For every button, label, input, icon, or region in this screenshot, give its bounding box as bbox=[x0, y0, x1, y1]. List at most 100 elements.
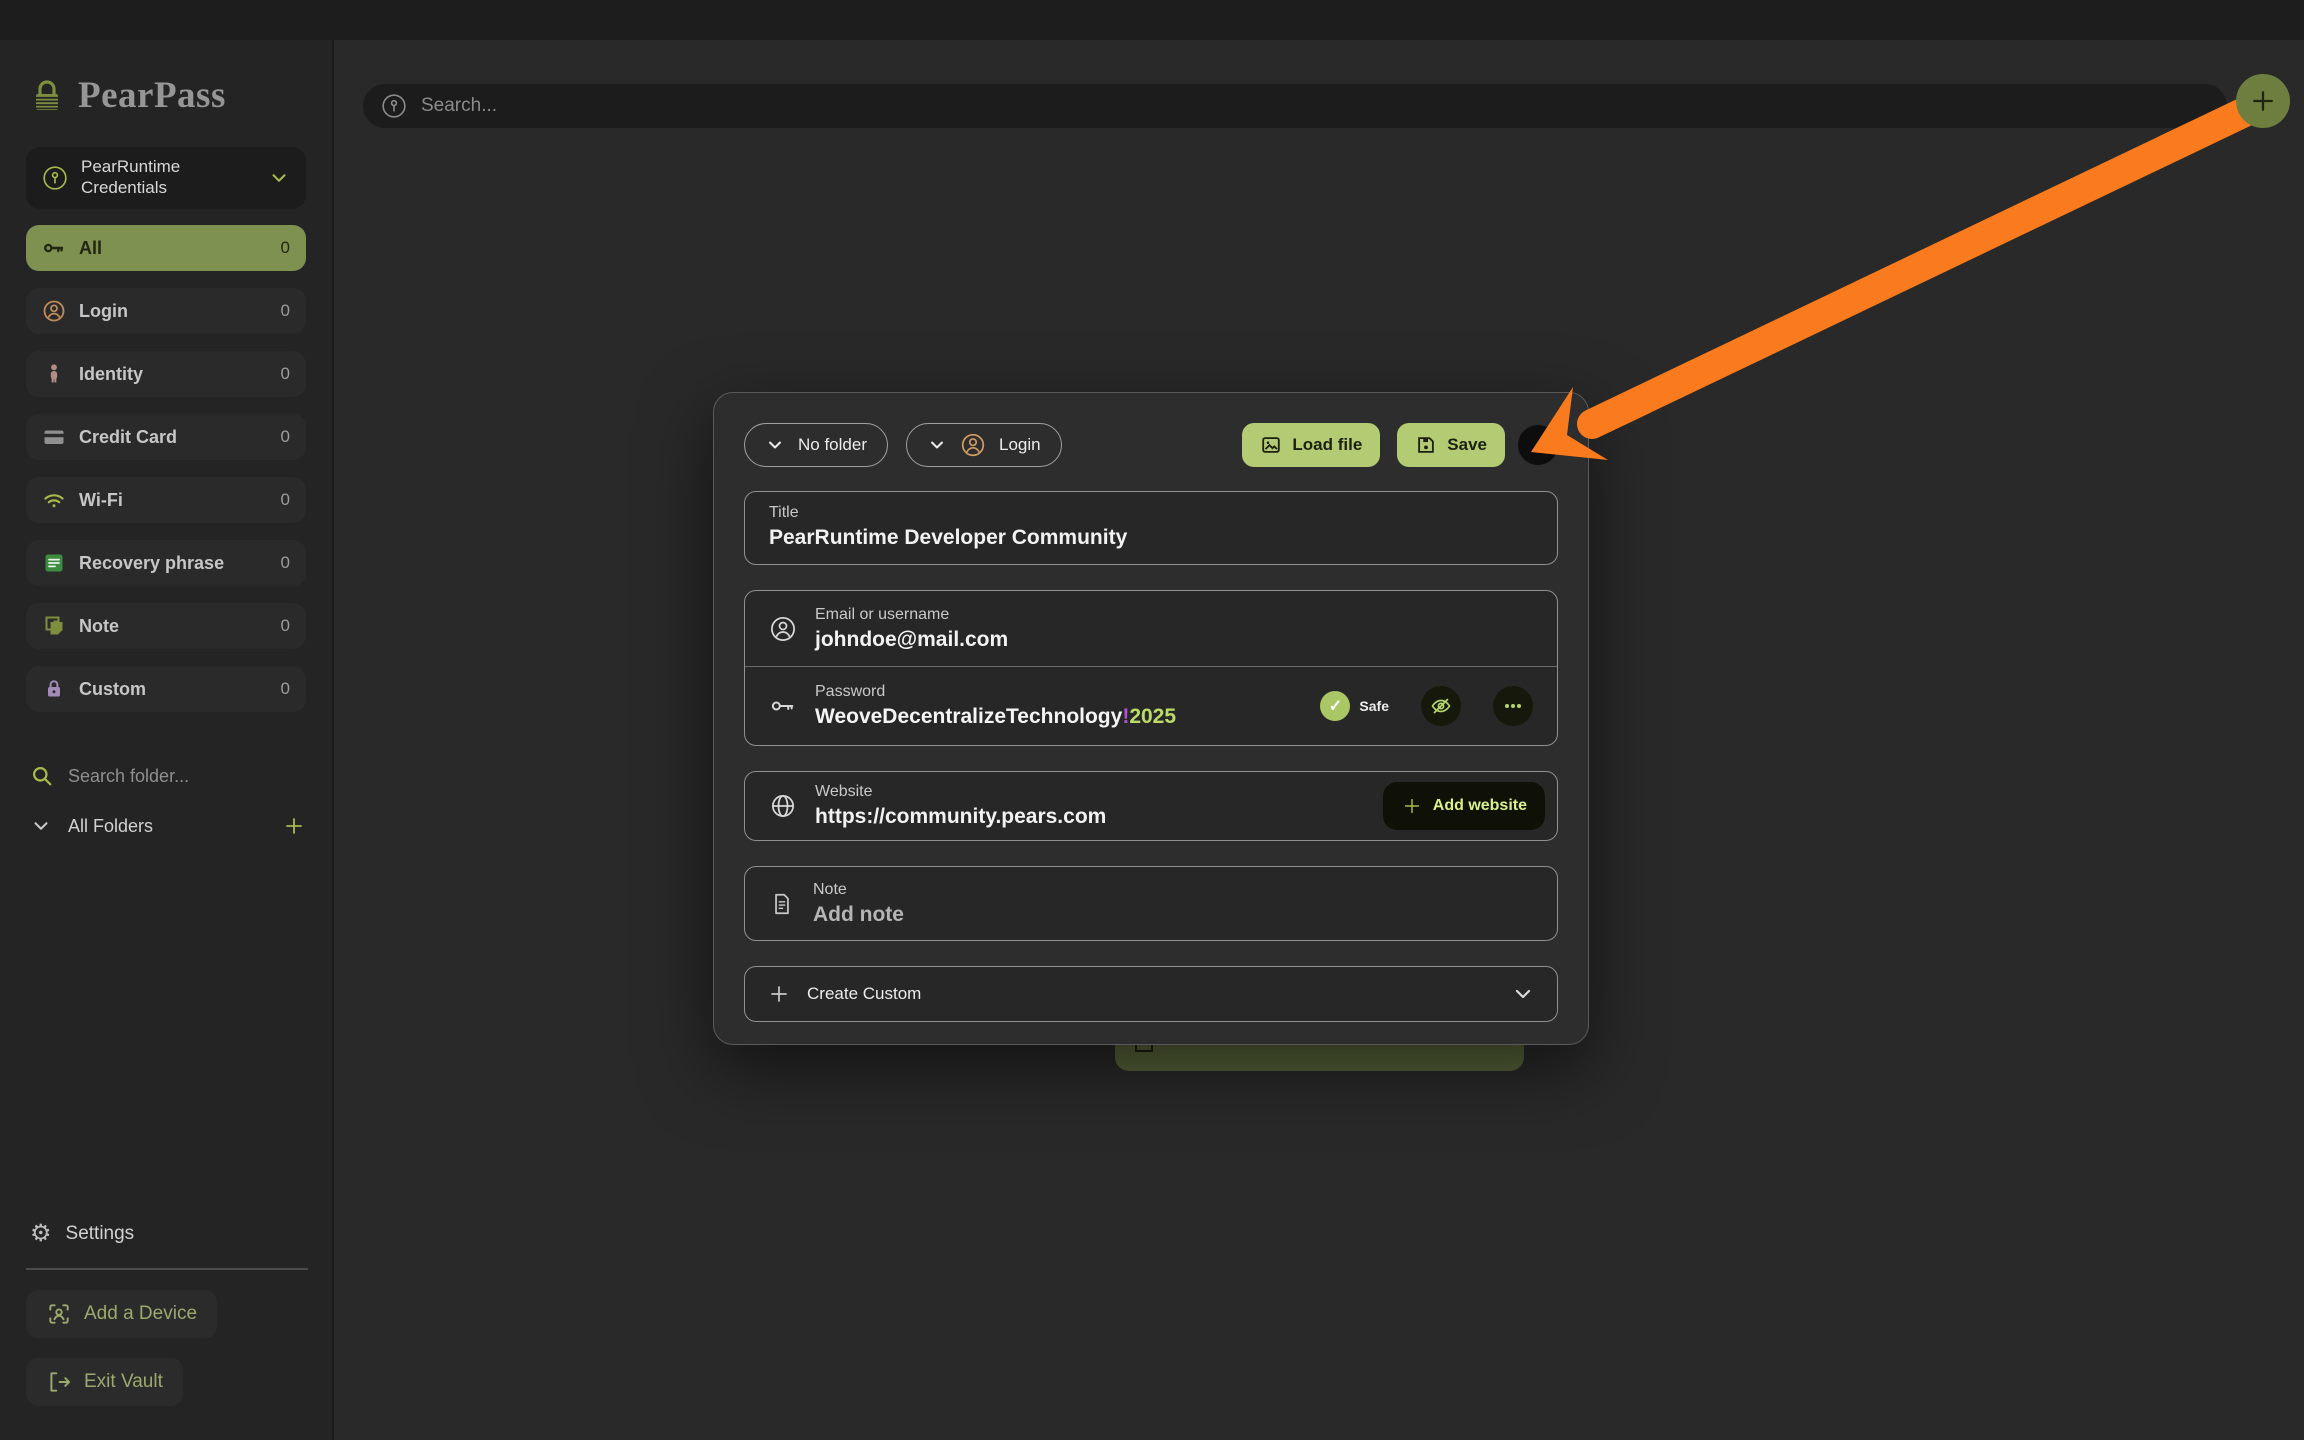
sidebar-item-count: 0 bbox=[281, 301, 290, 321]
password-field-label: Password bbox=[815, 683, 1302, 701]
sidebar-item-login[interactable]: Login 0 bbox=[26, 288, 306, 334]
modal-header: No folder Login bbox=[744, 423, 1558, 467]
sidebar-item-identity[interactable]: Identity 0 bbox=[26, 351, 306, 397]
chevron-down-icon bbox=[268, 167, 290, 189]
load-file-label: Load file bbox=[1292, 435, 1362, 455]
check-icon: ✓ bbox=[1320, 691, 1350, 721]
folder-dropdown-label: No folder bbox=[798, 435, 867, 455]
email-field-value: johndoe@mail.com bbox=[815, 628, 1533, 652]
person-circle-icon bbox=[42, 299, 66, 323]
person-silhouette-icon bbox=[42, 362, 66, 386]
sidebar-item-label: Wi-Fi bbox=[79, 490, 268, 511]
sidebar-item-credit-card[interactable]: Credit Card 0 bbox=[26, 414, 306, 460]
new-credential-modal: No folder Login bbox=[713, 392, 1589, 1045]
wifi-icon bbox=[42, 488, 66, 512]
sticky-note-icon bbox=[42, 614, 66, 638]
settings-button[interactable]: ⚙ Settings bbox=[0, 1222, 334, 1246]
title-field-label: Title bbox=[769, 504, 1533, 522]
app-logo-text: PearPass bbox=[78, 74, 226, 117]
sidebar-item-label: Login bbox=[79, 301, 268, 322]
password-strength-indicator: ✓ Safe bbox=[1320, 691, 1389, 721]
title-field-value: PearRuntime Developer Community bbox=[769, 526, 1533, 550]
password-field[interactable]: Password WeoveDecentralizeTechnology!202… bbox=[745, 666, 1557, 745]
sidebar-divider bbox=[26, 1268, 308, 1270]
sidebar-item-count: 0 bbox=[281, 679, 290, 699]
folder-search[interactable]: Search folder... bbox=[30, 764, 306, 788]
settings-label: Settings bbox=[66, 1223, 135, 1245]
title-field[interactable]: Title PearRuntime Developer Community bbox=[744, 491, 1558, 565]
sidebar-item-count: 0 bbox=[281, 490, 290, 510]
sidebar-item-count: 0 bbox=[281, 364, 290, 384]
hide-password-button[interactable] bbox=[1421, 686, 1461, 726]
circled-key-icon bbox=[381, 93, 407, 119]
add-device-label: Add a Device bbox=[84, 1303, 197, 1325]
credentials-group: Email or username johndoe@mail.com Passw… bbox=[744, 590, 1558, 746]
add-folder-button[interactable] bbox=[282, 814, 306, 838]
create-custom-label: Create Custom bbox=[807, 984, 1495, 1004]
sidebar-item-note[interactable]: Note 0 bbox=[26, 603, 306, 649]
obscured-circular-button[interactable] bbox=[1518, 425, 1558, 465]
password-text: WeoveDecentralizeTechnology bbox=[815, 705, 1122, 728]
pearpass-app-window: PearPass PearRuntime Credentials bbox=[0, 0, 2304, 1440]
add-website-button[interactable]: Add website bbox=[1383, 782, 1545, 830]
image-icon bbox=[1260, 434, 1282, 456]
document-icon bbox=[769, 891, 795, 917]
sidebar-item-label: Credit Card bbox=[79, 427, 268, 448]
email-field-label: Email or username bbox=[815, 606, 1533, 624]
load-file-button[interactable]: Load file bbox=[1242, 423, 1380, 467]
sidebar-item-recovery-phrase[interactable]: Recovery phrase 0 bbox=[26, 540, 306, 586]
global-search-bar[interactable] bbox=[363, 84, 2227, 128]
person-circle-icon bbox=[960, 432, 986, 458]
email-field[interactable]: Email or username johndoe@mail.com bbox=[745, 591, 1557, 666]
password-year: 2025 bbox=[1129, 705, 1176, 728]
sidebar-item-custom[interactable]: Custom 0 bbox=[26, 666, 306, 712]
sidebar-item-label: All bbox=[79, 238, 268, 259]
sidebar-item-wifi[interactable]: Wi-Fi 0 bbox=[26, 477, 306, 523]
website-field[interactable]: Website https://community.pears.com Add … bbox=[744, 771, 1558, 841]
sidebar-item-label: Identity bbox=[79, 364, 268, 385]
device-frame-person-icon bbox=[46, 1301, 72, 1327]
save-button-label: Save bbox=[1447, 435, 1487, 455]
global-search-input[interactable] bbox=[421, 95, 2209, 117]
type-dropdown-label: Login bbox=[999, 435, 1041, 455]
all-folders-label: All Folders bbox=[68, 816, 266, 837]
folder-search-placeholder: Search folder... bbox=[68, 766, 189, 787]
sidebar: PearPass PearRuntime Credentials bbox=[0, 40, 334, 1440]
search-icon bbox=[30, 764, 54, 788]
chevron-down-icon bbox=[30, 815, 52, 837]
note-field[interactable]: Note Add note bbox=[744, 866, 1558, 941]
sidebar-footer: ⚙ Settings Add a Device bbox=[0, 1222, 334, 1406]
folder-dropdown[interactable]: No folder bbox=[744, 423, 888, 467]
exit-vault-label: Exit Vault bbox=[84, 1371, 163, 1393]
type-dropdown[interactable]: Login bbox=[906, 423, 1062, 467]
vault-selector-dropdown[interactable]: PearRuntime Credentials bbox=[26, 147, 306, 209]
floppy-disk-icon bbox=[1415, 434, 1437, 456]
create-custom-row[interactable]: Create Custom bbox=[744, 966, 1558, 1022]
key-icon bbox=[769, 692, 797, 720]
credit-card-icon bbox=[42, 425, 66, 449]
chevron-down-icon bbox=[927, 435, 947, 455]
person-circle-icon bbox=[769, 615, 797, 643]
more-options-button[interactable] bbox=[1493, 686, 1533, 726]
exit-icon bbox=[46, 1369, 72, 1395]
all-folders-row[interactable]: All Folders bbox=[30, 814, 306, 838]
key-icon bbox=[42, 236, 66, 260]
website-field-label: Website bbox=[815, 783, 1365, 801]
lock-logo-icon bbox=[28, 77, 66, 115]
sidebar-item-label: Recovery phrase bbox=[79, 553, 268, 574]
app-logo: PearPass bbox=[0, 40, 332, 117]
plus-icon bbox=[767, 982, 791, 1006]
category-list: All 0 Login 0 bbox=[26, 225, 306, 712]
exit-vault-button[interactable]: Exit Vault bbox=[26, 1358, 183, 1406]
sidebar-item-label: Note bbox=[79, 616, 268, 637]
add-device-button[interactable]: Add a Device bbox=[26, 1290, 217, 1338]
vault-selector-label: PearRuntime Credentials bbox=[81, 157, 255, 198]
save-button[interactable]: Save bbox=[1397, 423, 1505, 467]
sidebar-item-all[interactable]: All 0 bbox=[26, 225, 306, 271]
add-credential-button[interactable] bbox=[2236, 74, 2290, 128]
window-titlebar bbox=[0, 0, 2304, 40]
chevron-down-icon bbox=[1511, 982, 1535, 1006]
sidebar-item-count: 0 bbox=[281, 427, 290, 447]
circled-key-icon bbox=[42, 165, 68, 191]
sidebar-item-count: 0 bbox=[281, 238, 290, 258]
